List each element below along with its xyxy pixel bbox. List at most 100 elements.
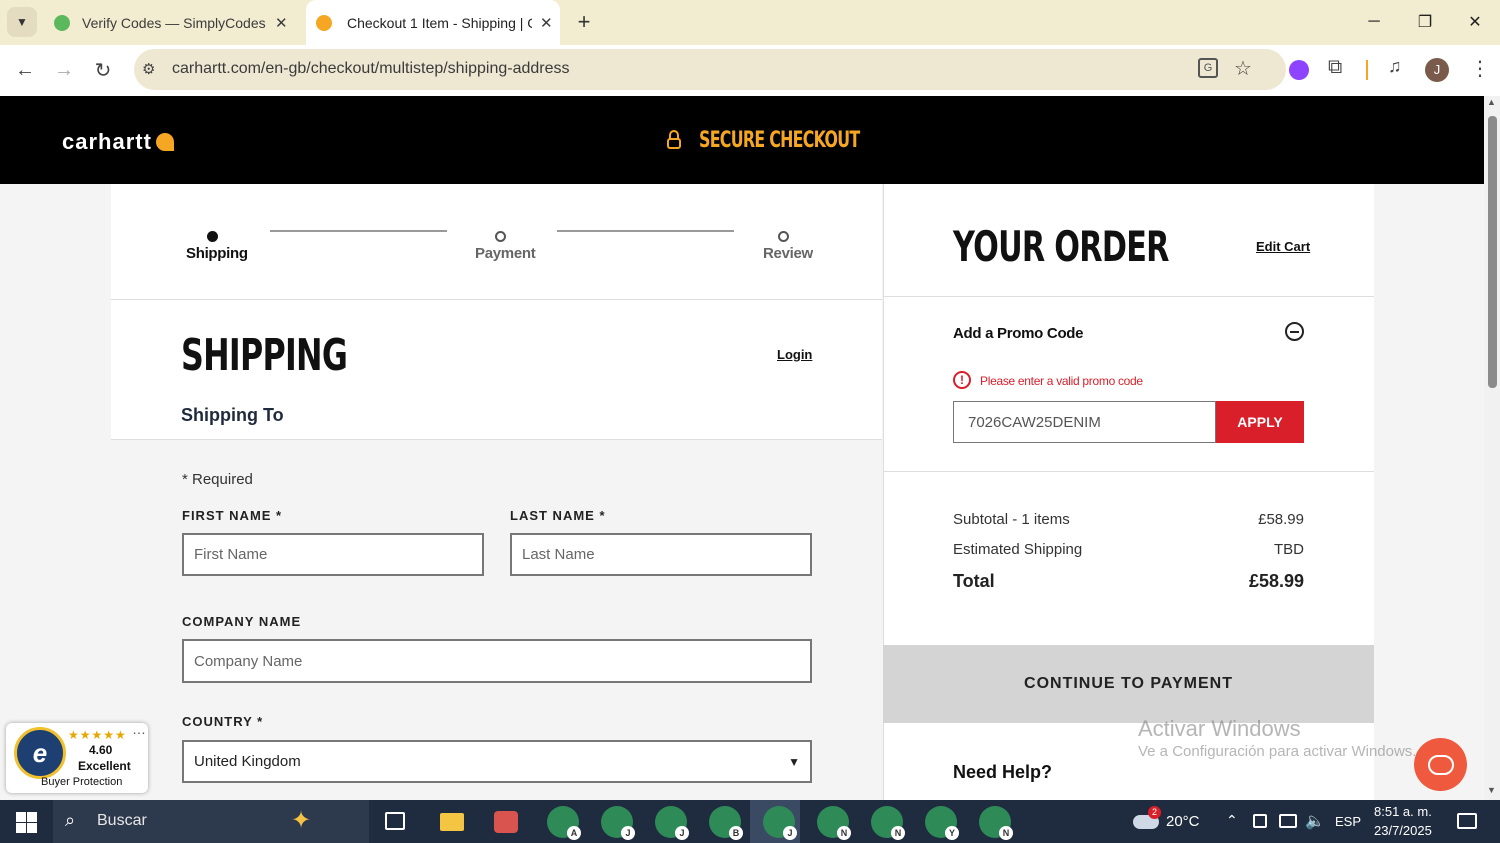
total-label: Total: [953, 571, 995, 591]
back-icon[interactable]: ←: [10, 55, 40, 85]
chrome-profile-j-icon[interactable]: J: [655, 806, 689, 840]
last-name-label: LAST NAME *: [510, 508, 606, 523]
tray-chevron-up-icon[interactable]: ⌃: [1226, 812, 1238, 829]
browser-tab-strip: ▼ Verify Codes — SimplyCodes ✕ Checkout …: [0, 0, 1500, 45]
tray-meet-icon[interactable]: [1253, 814, 1267, 828]
chrome-profile-n-icon[interactable]: N: [979, 806, 1013, 840]
weather-badge: 2: [1148, 806, 1161, 819]
company-name-label: COMPANY NAME: [182, 614, 302, 629]
your-order-title: YOUR ORDER: [953, 222, 1169, 271]
carhartt-logo[interactable]: carhartt: [62, 129, 174, 155]
browser-menu-icon[interactable]: ⋮: [1470, 56, 1490, 81]
close-window-icon[interactable]: ✕: [1461, 8, 1489, 36]
task-view-icon[interactable]: [385, 812, 405, 830]
checkout-steps-panel: [111, 184, 882, 299]
chrome-profile-b-icon[interactable]: B: [709, 806, 743, 840]
chrome-profile-n-icon[interactable]: N: [871, 806, 905, 840]
company-name-field[interactable]: Company Name: [182, 639, 812, 683]
promo-code-input[interactable]: 7026CAW25DENIM: [953, 401, 1216, 443]
input-language[interactable]: ESP: [1335, 814, 1361, 829]
last-name-field[interactable]: Last Name: [510, 533, 812, 576]
taskbar-search-box[interactable]: ⌕ Buscar ✦: [53, 800, 369, 843]
buyer-protection-caption: Buyer Protection: [41, 776, 123, 788]
step-connector: [557, 230, 734, 232]
step-connector: [270, 230, 447, 232]
app-red-icon[interactable]: [494, 811, 518, 833]
logo-c-icon: [155, 133, 174, 151]
site-info-icon[interactable]: ⚙: [142, 60, 155, 78]
windows-start-icon[interactable]: [16, 812, 37, 833]
continue-label: CONTINUE TO PAYMENT: [1024, 675, 1233, 692]
chrome-profile-j-icon[interactable]: J: [601, 806, 635, 840]
url-text[interactable]: carhartt.com/en-gb/checkout/multistep/sh…: [172, 60, 570, 78]
new-tab-button[interactable]: +: [570, 8, 598, 36]
subtotal-value: £58.99: [1258, 511, 1304, 528]
minimize-icon[interactable]: ─: [1360, 8, 1388, 36]
promo-code-title[interactable]: Add a Promo Code: [953, 325, 1084, 342]
step-payment-label: Payment: [475, 245, 536, 262]
country-label: COUNTRY *: [182, 714, 264, 729]
reload-icon[interactable]: ↻: [88, 55, 118, 85]
tab-simplycodes[interactable]: Verify Codes — SimplyCodes ✕: [48, 0, 302, 45]
error-alert-icon: !: [953, 371, 971, 389]
promo-error-message: Please enter a valid promo code: [980, 374, 1143, 388]
rating-value: 4.60: [89, 743, 113, 757]
trusted-shops-badge[interactable]: e ★★★★★ … 4.60 Excellent Buyer Protectio…: [6, 721, 148, 793]
step-payment-dot: [495, 231, 506, 242]
tab-checkout[interactable]: Checkout 1 Item - Shipping | Ca ✕: [306, 0, 560, 45]
forward-icon[interactable]: →: [49, 55, 79, 85]
network-icon[interactable]: [1279, 814, 1297, 828]
bookmark-star-icon[interactable]: ☆: [1234, 56, 1252, 81]
chrome-profile-a-icon[interactable]: A: [547, 806, 581, 840]
login-link[interactable]: Login: [777, 347, 812, 362]
scroll-up-arrow-icon[interactable]: ▲: [1487, 97, 1496, 107]
close-tab-icon[interactable]: ✕: [275, 14, 288, 32]
translate-icon[interactable]: G: [1198, 58, 1218, 78]
notifications-icon[interactable]: [1457, 813, 1477, 829]
app-profile-letter: J: [675, 826, 689, 840]
edit-cart-link[interactable]: Edit Cart: [1256, 239, 1310, 254]
toolbar-divider: [1366, 60, 1368, 80]
apply-label: APPLY: [1237, 414, 1283, 430]
continue-to-payment-button[interactable]: CONTINUE TO PAYMENT: [883, 645, 1374, 723]
app-profile-letter: J: [621, 826, 635, 840]
app-profile-letter: N: [999, 826, 1013, 840]
step-shipping-label[interactable]: Shipping: [186, 245, 248, 262]
first-name-placeholder: First Name: [194, 546, 268, 563]
extension-purple-icon[interactable]: [1289, 60, 1309, 80]
profile-avatar[interactable]: J: [1425, 58, 1449, 82]
file-explorer-icon[interactable]: [440, 813, 464, 831]
step-review-dot: [778, 231, 789, 242]
collapse-minus-icon[interactable]: [1285, 322, 1304, 341]
chrome-profile-y-icon[interactable]: Y: [925, 806, 959, 840]
chat-bubble-button[interactable]: [1414, 738, 1467, 791]
media-control-icon[interactable]: ♫: [1388, 56, 1402, 77]
chrome-profile-n-icon[interactable]: N: [817, 806, 851, 840]
weather-temperature[interactable]: 20°C: [1166, 813, 1200, 830]
secure-checkout-label: SECURE CHECKOUT: [699, 128, 860, 153]
site-header: carhartt SECURE CHECKOUT: [0, 96, 1484, 184]
more-options-icon[interactable]: …: [132, 721, 146, 737]
simplycodes-favicon-icon: [54, 14, 70, 31]
search-placeholder: Buscar: [97, 812, 147, 829]
first-name-field[interactable]: First Name: [182, 533, 484, 576]
close-tab-icon[interactable]: ✕: [540, 14, 553, 32]
apply-button[interactable]: APPLY: [1216, 401, 1304, 443]
scroll-down-arrow-icon[interactable]: ▼: [1487, 785, 1496, 795]
scrollbar-thumb[interactable]: [1488, 116, 1497, 388]
tab-search-button[interactable]: ▼: [7, 7, 37, 37]
extensions-puzzle-icon[interactable]: ⧉: [1328, 56, 1342, 79]
chrome-profile-j-active-icon[interactable]: J: [763, 806, 797, 840]
trusted-shops-seal-icon: e: [14, 727, 66, 779]
restore-icon[interactable]: ❐: [1411, 8, 1439, 36]
windows-activation-subtitle: Ve a Configuración para activar Windows.: [1138, 743, 1417, 760]
clock-date[interactable]: 23/7/2025: [1374, 823, 1432, 838]
volume-icon[interactable]: 🔈: [1305, 811, 1325, 831]
estimated-shipping-label: Estimated Shipping: [953, 541, 1083, 558]
windows-activation-title: Activar Windows: [1138, 716, 1301, 741]
need-help-title: Need Help?: [953, 762, 1053, 782]
shipping-title: SHIPPING: [181, 330, 348, 381]
lock-icon: [666, 130, 682, 150]
clock-time[interactable]: 8:51 a. m.: [1374, 804, 1432, 819]
country-select[interactable]: United Kingdom ▼: [182, 740, 812, 783]
